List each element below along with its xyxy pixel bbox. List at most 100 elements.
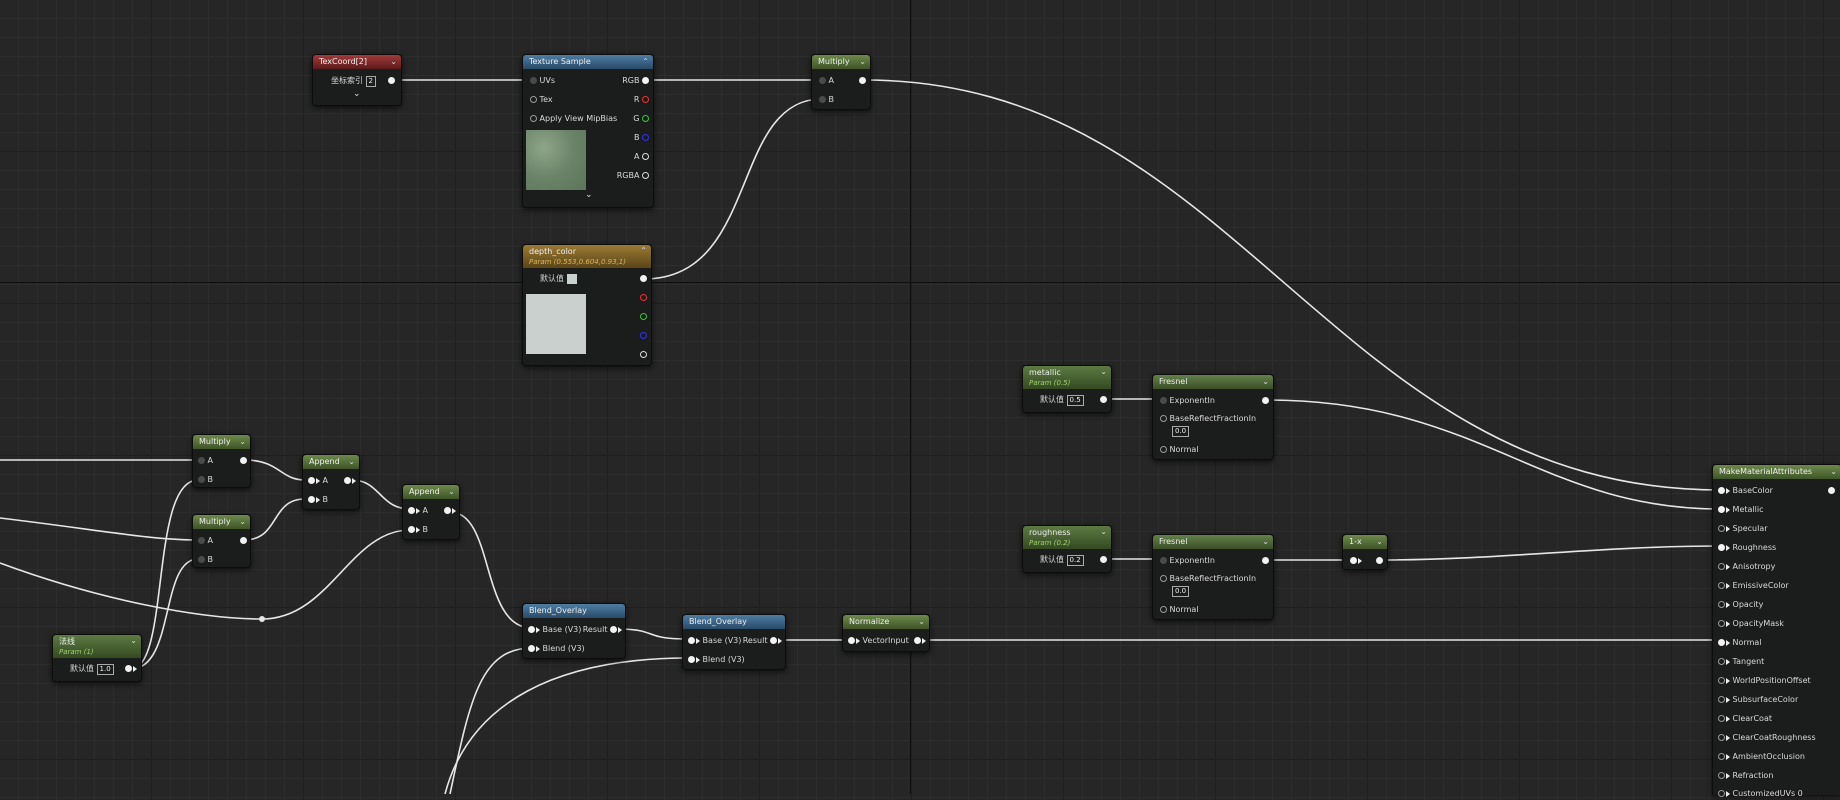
tex-pin-uvs[interactable]: UVs — [530, 75, 555, 87]
node-normalize[interactable]: Normalize ⌄ VectorInput — [842, 614, 930, 652]
roughness-output[interactable] — [1100, 554, 1107, 566]
param-normal-value-field[interactable]: 1.0 — [96, 664, 114, 675]
input-pin-icon[interactable] — [198, 537, 205, 544]
normalize-pin-input[interactable]: VectorInput — [848, 635, 909, 647]
output-pin-icon[interactable] — [640, 332, 647, 339]
append2-output[interactable] — [444, 505, 456, 517]
chevron-down-icon[interactable]: ⌄ — [390, 55, 397, 69]
input-pin-icon[interactable] — [819, 96, 826, 103]
blend1-pin-base[interactable]: Base (V3) — [528, 624, 581, 636]
fresnel1-pin-exponent[interactable]: ExponentIn — [1160, 395, 1215, 407]
mma-pin-basecolor[interactable]: BaseColor — [1718, 485, 1773, 497]
mma-pin-metallic[interactable]: Metallic — [1718, 504, 1763, 516]
output-pin-icon[interactable] — [444, 507, 451, 514]
tex-out-b[interactable]: B — [634, 132, 649, 144]
mma-pin-customized-uvs[interactable]: CustomizedUVs 0 — [1718, 788, 1803, 800]
multiply1-output[interactable] — [240, 455, 247, 467]
append1-pin-b[interactable]: B — [308, 494, 328, 506]
tex-out-r[interactable]: R — [634, 94, 649, 106]
node-depth-color[interactable]: depth_color Param (0.553,0.604,0.93,1) ⌃ 默… — [522, 244, 652, 366]
chevron-down-icon[interactable]: ⌄ — [1262, 375, 1269, 389]
output-pin-icon[interactable] — [240, 537, 247, 544]
node-multiply-1[interactable]: Multiply ⌄ A B — [192, 434, 251, 488]
input-pin-icon[interactable] — [1718, 677, 1725, 684]
fresnel2-pin-base[interactable]: BaseReflectFractionIn — [1160, 573, 1256, 585]
node-one-minus-header[interactable]: 1-x ⌄ — [1343, 535, 1387, 549]
node-fresnel-2-header[interactable]: Fresnel ⌄ — [1153, 535, 1273, 549]
mma-pin-roughness[interactable]: Roughness — [1718, 542, 1776, 554]
fresnel1-output[interactable] — [1262, 395, 1269, 407]
output-pin-icon[interactable] — [240, 457, 247, 464]
multiply-top-pin-b[interactable]: B — [819, 94, 834, 106]
input-pin-icon[interactable] — [528, 645, 535, 652]
input-pin-icon[interactable] — [1718, 582, 1725, 589]
depth-out-g[interactable] — [640, 311, 647, 323]
output-pin-icon[interactable] — [1376, 557, 1383, 564]
multiply1-pin-a[interactable]: A — [198, 455, 213, 467]
fresnel1-pin-normal[interactable]: Normal — [1160, 444, 1199, 456]
chevron-down-icon[interactable]: ⌄ — [1100, 526, 1107, 537]
input-pin-icon[interactable] — [1160, 575, 1167, 582]
input-pin-icon[interactable] — [1718, 715, 1725, 722]
chevron-down-icon[interactable]: ⌄ — [130, 635, 137, 646]
tex-out-g[interactable]: G — [633, 113, 649, 125]
texcoord-output[interactable] — [388, 75, 395, 87]
input-pin-icon[interactable] — [1718, 601, 1725, 608]
fresnel2-base-field[interactable]: 0.0 — [1172, 586, 1190, 597]
node-metallic-header[interactable]: metallic Param (0.5) ⌄ — [1023, 366, 1111, 389]
input-pin-icon[interactable] — [528, 626, 535, 633]
node-fresnel-1-header[interactable]: Fresnel ⌄ — [1153, 375, 1273, 389]
fresnel1-base-value[interactable]: 0.0 — [1172, 425, 1190, 437]
node-append-1-header[interactable]: Append ⌄ — [303, 455, 359, 469]
chevron-down-icon[interactable]: ⌄ — [918, 615, 925, 629]
output-pin-icon[interactable] — [344, 477, 351, 484]
append1-output[interactable] — [344, 475, 356, 487]
node-normalize-header[interactable]: Normalize ⌄ — [843, 615, 929, 629]
input-pin-icon[interactable] — [198, 556, 205, 563]
color-swatch[interactable] — [566, 273, 577, 284]
input-pin-icon[interactable] — [848, 637, 855, 644]
tex-pin-mip[interactable]: Apply View MipBias — [530, 113, 617, 125]
collapse-chevron-icon[interactable]: ⌃ — [642, 55, 649, 69]
input-pin-icon[interactable] — [1718, 772, 1725, 779]
mma-pin-specular[interactable]: Specular — [1718, 523, 1768, 535]
mma-pin-tangent[interactable]: Tangent — [1718, 656, 1764, 668]
node-fresnel-2[interactable]: Fresnel ⌄ ExponentIn BaseReflectFractionI… — [1152, 534, 1274, 620]
chevron-down-icon[interactable]: ⌄ — [239, 435, 246, 449]
output-pin-icon[interactable] — [914, 637, 921, 644]
output-pin-icon[interactable] — [640, 351, 647, 358]
node-multiply-2-header[interactable]: Multiply ⌄ — [193, 515, 250, 529]
mma-pin-opacitymask[interactable]: OpacityMask — [1718, 618, 1784, 630]
input-pin-icon[interactable] — [1160, 446, 1167, 453]
node-texture-sample[interactable]: Texture Sample ⌃ UVs Tex Apply View MipBi… — [522, 54, 654, 208]
input-pin-icon[interactable] — [1718, 525, 1725, 532]
mma-pin-emissive[interactable]: EmissiveColor — [1718, 580, 1789, 592]
output-pin-icon[interactable] — [125, 665, 132, 672]
mma-pin-clearcoat-roughness[interactable]: ClearCoatRoughness — [1718, 732, 1816, 744]
node-blend-1-header[interactable]: Blend_Overlay — [523, 604, 625, 618]
metallic-output[interactable] — [1100, 394, 1107, 406]
one-minus-input[interactable] — [1350, 555, 1362, 567]
input-pin-icon[interactable] — [1718, 506, 1725, 513]
multiply-top-pin-a[interactable]: A — [819, 75, 834, 87]
node-texcoord[interactable]: TexCoord[2] ⌄ 坐标索引 2 ⌄ — [312, 54, 402, 106]
node-make-material-header[interactable]: MakeMaterialAttributes ⌄ — [1713, 465, 1840, 479]
node-roughness-header[interactable]: roughness Param (0.2) ⌄ — [1023, 526, 1111, 549]
fresnel2-pin-exponent[interactable]: ExponentIn — [1160, 555, 1215, 567]
mma-pin-ao[interactable]: AmbientOcclusion — [1718, 751, 1805, 763]
node-one-minus[interactable]: 1-x ⌄ — [1342, 534, 1388, 570]
fresnel2-pin-normal[interactable]: Normal — [1160, 604, 1199, 616]
node-multiply-top-header[interactable]: Multiply ⌄ — [812, 55, 870, 69]
blend2-pin-blend[interactable]: Blend (V3) — [688, 654, 745, 666]
output-pin-icon[interactable] — [1262, 557, 1269, 564]
input-pin-icon[interactable] — [1718, 620, 1725, 627]
node-multiply-2[interactable]: Multiply ⌄ A B — [192, 514, 251, 568]
multiply-top-output[interactable] — [859, 75, 866, 87]
mma-pin-refraction[interactable]: Refraction — [1718, 770, 1773, 782]
tex-out-rgb[interactable]: RGB — [622, 75, 649, 87]
output-pin-icon[interactable] — [1100, 396, 1107, 403]
depth-out-r[interactable] — [640, 292, 647, 304]
node-texcoord-header[interactable]: TexCoord[2] ⌄ — [313, 55, 401, 69]
append2-pin-a[interactable]: A — [408, 505, 428, 517]
input-pin-icon[interactable] — [1160, 415, 1167, 422]
